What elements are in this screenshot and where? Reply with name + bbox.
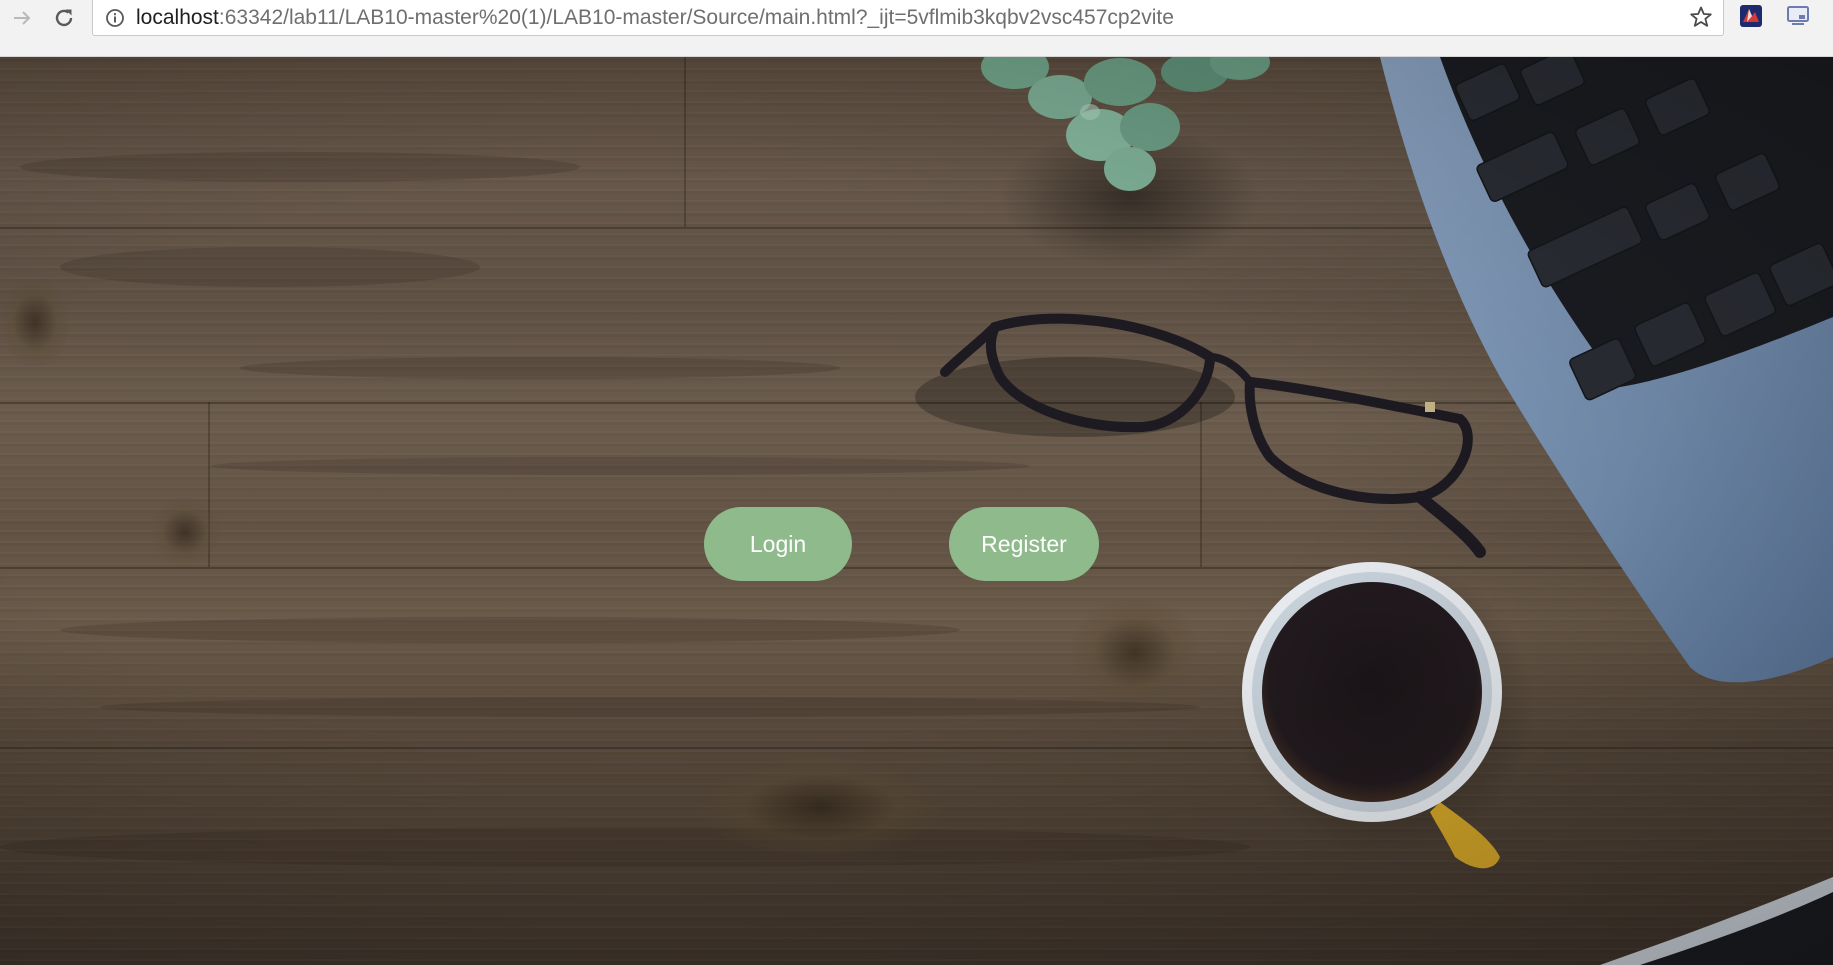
forward-button[interactable] (6, 2, 38, 34)
star-icon[interactable] (1689, 5, 1713, 29)
address-bar[interactable]: localhost:63342/lab11/LAB10-master%20(1)… (92, 0, 1724, 36)
register-button[interactable]: Register (949, 507, 1099, 581)
browser-toolbar: localhost:63342/lab11/LAB10-master%20(1)… (0, 0, 1833, 57)
desk-objects (915, 57, 1833, 965)
info-icon[interactable] (105, 8, 125, 28)
cast-icon[interactable] (1786, 5, 1810, 27)
forward-arrow-icon (14, 11, 31, 25)
reload-icon (55, 9, 73, 27)
succulent-plant (981, 57, 1270, 267)
reload-button[interactable] (48, 2, 80, 34)
hero-background: Login Register (0, 57, 1833, 965)
login-button[interactable]: Login (704, 507, 852, 581)
url-path: :63342/lab11/LAB10-master%20(1)/LAB10-ma… (218, 6, 1174, 29)
coffee-cup (1235, 557, 1535, 869)
extension-icon[interactable] (1739, 4, 1763, 28)
url-text[interactable]: localhost:63342/lab11/LAB10-master%20(1)… (136, 6, 1174, 30)
url-host: localhost (136, 6, 219, 29)
